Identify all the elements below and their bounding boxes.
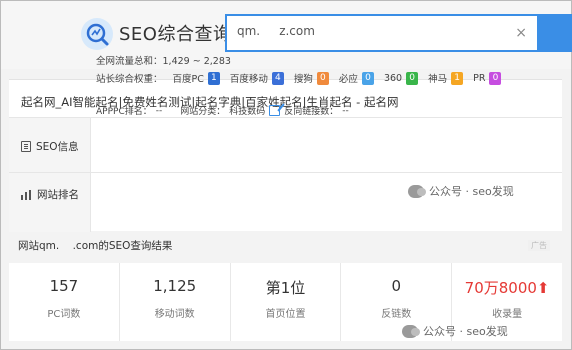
seo-info-card: 起名网_AI智能起名|免费姓名测试|起名字典|百家姓起名|生肖起名 - 起名网 … (9, 79, 562, 232)
stat-value: 70万8000⬆ (464, 279, 550, 297)
weight-badge: 0 (406, 71, 419, 85)
stat-value: 第1位 (265, 279, 306, 297)
weight-badge: 0 (489, 71, 502, 85)
weight-360[interactable]: 360 0 (384, 71, 419, 85)
stat-value: 157 (49, 277, 79, 295)
traffic-value: 1,429 ~ 2,283 (162, 56, 231, 67)
search-button[interactable] (537, 14, 572, 52)
stat-label: 移动词数 (154, 309, 195, 320)
stat-label: 首页位置 (265, 309, 306, 320)
weight-baidu-pc[interactable]: 百度PC 1 (173, 71, 220, 85)
stat-label: 收录量 (492, 309, 523, 320)
stat-label: PC词数 (47, 309, 81, 320)
weight-shenma[interactable]: 神马 1 (428, 71, 464, 85)
backlink-label: 反向链接数： (284, 107, 339, 117)
stat-homepage-position[interactable]: 第1位 首页位置 (231, 263, 342, 341)
traffic-total: 全网流量总和：1,429 ~ 2,283 (96, 53, 231, 67)
watermark: 公众号 · seo发现 (402, 323, 508, 339)
weight-sogou[interactable]: 搜狗 0 (294, 71, 329, 85)
stat-pc-words[interactable]: 157 PC词数 (9, 263, 120, 341)
header: SEO综合查询 × (1, 1, 572, 69)
site-rank-row: APPPC排名： -- 网站分类： 科技数码 反向链接数： -- (96, 104, 353, 117)
weights-row: 站长综合权重： 百度PC 1 百度移动 4 搜狗 0 必应 0 360 0 神马 1 PR 0 (96, 71, 511, 85)
divider (9, 117, 562, 118)
weight-baidu-mobile[interactable]: 百度移动 4 (230, 71, 284, 85)
weight-badge: 1 (451, 71, 464, 85)
result-title: 网站qm. .com的SEO查询结果 (18, 240, 173, 252)
stat-value: 0 (391, 277, 402, 295)
bar-chart-icon (21, 189, 32, 200)
backlink-value: -- (342, 105, 349, 116)
search-input[interactable] (237, 24, 497, 38)
weight-badge: 0 (316, 71, 329, 85)
weight-badge: 1 (207, 71, 220, 85)
divider (9, 172, 562, 173)
stat-mobile-words[interactable]: 1,125 移动词数 (120, 263, 231, 341)
search-box[interactable]: × (225, 14, 537, 52)
weight-badge: 0 (361, 71, 374, 85)
stat-label: 反链数 (381, 309, 412, 320)
site-rank-label: 网站排名 (21, 187, 79, 202)
weight-badge: 4 (271, 71, 284, 85)
seo-info-label-cell: SEO信息 (9, 118, 91, 172)
stat-value: 1,125 (153, 277, 197, 295)
ad-tag: 广告 (528, 240, 550, 251)
wechat-icon (402, 324, 420, 338)
wechat-icon (408, 184, 426, 198)
seo-logo-icon (81, 18, 113, 50)
weights-label: 站长综合权重： (96, 74, 163, 85)
document-icon (21, 141, 31, 152)
category-value[interactable]: 科技数码 (229, 104, 265, 117)
weight-bing[interactable]: 必应 0 (339, 71, 374, 85)
appppc-value: -- (155, 105, 163, 116)
seo-info-label: SEO信息 (21, 139, 79, 154)
appppc-label: APPPC排名： (96, 107, 152, 117)
traffic-label: 全网流量总和： (96, 56, 163, 67)
category-label: 网站分类： (180, 107, 226, 117)
edit-icon[interactable] (269, 105, 281, 116)
site-rank-label-cell: 网站排名 (9, 173, 91, 232)
weight-pr[interactable]: PR 0 (473, 71, 502, 85)
logo-text: SEO综合查询 (119, 24, 232, 45)
clear-icon[interactable]: × (515, 25, 527, 41)
watermark: 公众号 · seo发现 (408, 183, 514, 199)
